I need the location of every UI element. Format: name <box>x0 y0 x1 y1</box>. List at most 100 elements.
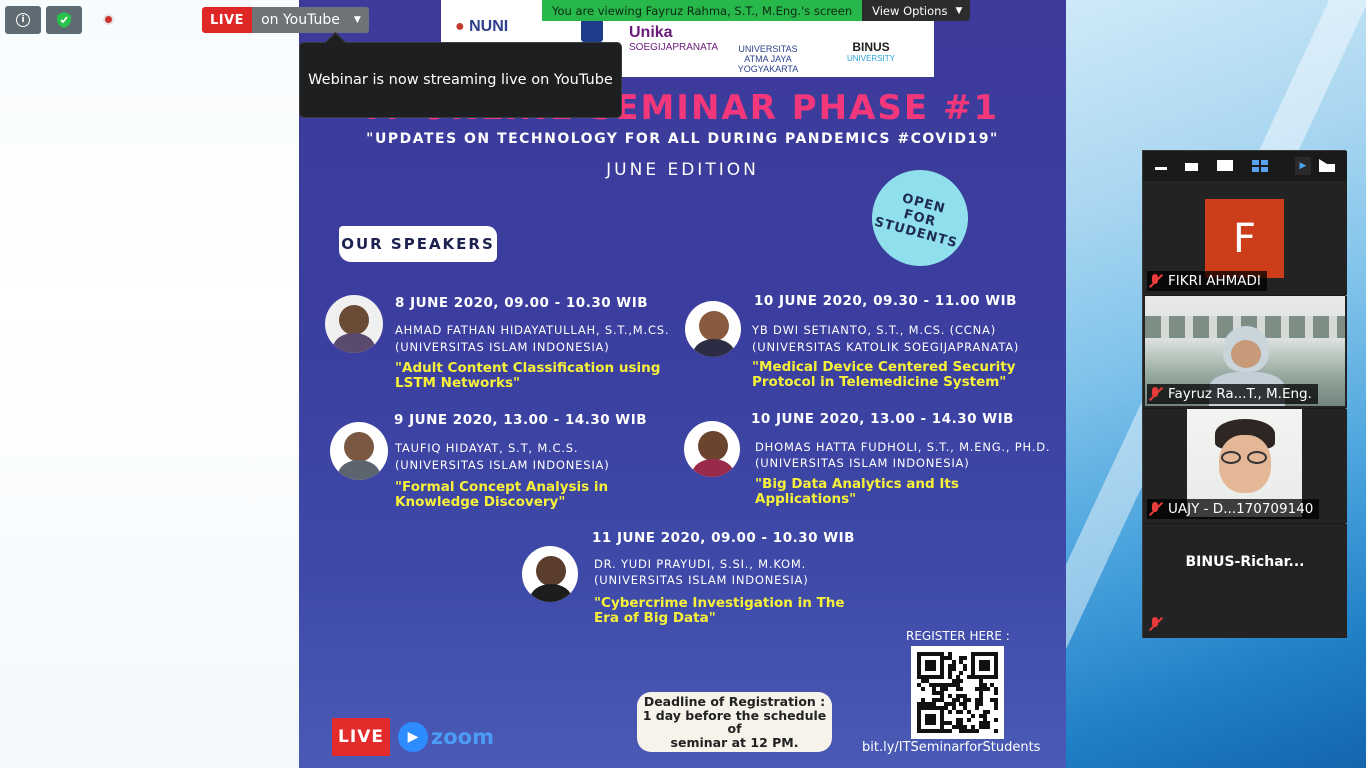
speaker-date: 9 JUNE 2020, 13.00 - 14.30 WIB <box>394 412 648 428</box>
registration-link: bit.ly/ITSeminarforStudents <box>862 740 1041 755</box>
qr-module <box>986 709 991 714</box>
qr-module <box>994 706 999 710</box>
zoom-camera-icon: ▶ <box>398 722 428 752</box>
unika-logo: Unika <box>629 24 673 42</box>
qr-module <box>947 709 952 714</box>
participant-gallery-panel: ▶ F FIKRI AHMADI Fayruz Ra...T., M.Eng. <box>1142 150 1347 638</box>
qr-module <box>959 671 964 676</box>
qr-module <box>994 729 999 734</box>
zoom-logo-text: zoom <box>431 725 494 749</box>
participant-name: Fayruz Ra...T., M.Eng. <box>1168 386 1312 402</box>
binus-logo-text: BINUS <box>852 40 890 54</box>
qr-module <box>920 686 925 691</box>
qr-module <box>944 686 948 691</box>
qr-module <box>974 729 979 734</box>
streaming-tooltip: Webinar is now streaming live on YouTube <box>299 42 622 118</box>
our-speakers-heading: OUR SPEAKERS <box>339 226 497 262</box>
gallery-view-icon[interactable] <box>1252 160 1268 172</box>
participant-name-label: UAJY - D...170709140 <box>1147 499 1320 519</box>
qr-module <box>994 690 999 695</box>
poster-subtitle: "UPDATES ON TECHNOLOGY FOR ALL DURING PA… <box>366 131 999 147</box>
caret-down-icon[interactable]: ▼ <box>354 15 361 25</box>
speaker-university: (UNIVERSITAS ISLAM INDONESIA) <box>395 340 610 354</box>
qr-module <box>932 667 937 672</box>
info-icon: i <box>16 13 30 27</box>
participant-name-label <box>1147 614 1169 634</box>
speaker-photo <box>684 421 740 477</box>
exit-fullscreen-icon[interactable] <box>1319 159 1335 172</box>
speaker-date: 10 JUNE 2020, 13.00 - 14.30 WIB <box>751 411 1014 427</box>
stream-target-label: on YouTube <box>261 12 340 28</box>
qr-module <box>994 675 999 680</box>
speaker-university: (UNIVERSITAS ISLAM INDONESIA) <box>594 573 809 587</box>
qr-module <box>986 686 991 691</box>
live-stream-control[interactable]: LIVE on YouTube ▼ <box>202 7 369 33</box>
mic-muted-icon <box>1147 386 1164 402</box>
deadline-line-1: Deadline of Registration : <box>643 694 826 709</box>
thumbnail-icon[interactable] <box>1185 163 1198 171</box>
viewing-screen-text: You are viewing Fayruz Rahma, S.T., M.En… <box>542 0 863 21</box>
speaker-view-icon[interactable] <box>1217 160 1233 171</box>
speaker-photo <box>522 546 578 602</box>
recording-indicator <box>103 14 114 25</box>
poster-edition: JUNE EDITION <box>606 160 759 180</box>
speaker-topic: "Medical Device Centered Security Protoc… <box>752 359 1016 390</box>
qr-module <box>986 667 991 672</box>
speaker-name: DHOMAS HATTA FUDHOLI, S.T., M.ENG., PH.D… <box>755 440 1051 454</box>
live-label: LIVE <box>202 7 253 33</box>
speaker-topic: "Formal Concept Analysis in Knowledge Di… <box>395 479 609 510</box>
poster-live-badge: LIVE <box>332 718 390 756</box>
speaker-topic: "Cybercrime Investigation in The Era of … <box>594 595 845 626</box>
stream-target[interactable]: on YouTube ▼ <box>252 7 369 33</box>
registration-qr-code <box>911 646 1004 739</box>
participant-name: UAJY - D...170709140 <box>1168 501 1314 517</box>
qr-module <box>978 702 983 707</box>
qr-module <box>967 698 972 703</box>
unika-logo-text: Unika <box>629 24 673 41</box>
speaker-name: DR. YUDI PRAYUDI, S.SI., M.KOM. <box>594 557 807 571</box>
speaker-topic: "Big Data Analytics and Its Applications… <box>755 476 959 507</box>
participant-tile[interactable]: UAJY - D...170709140 <box>1143 409 1347 523</box>
participant-name: FIKRI AHMADI <box>1168 273 1261 289</box>
mic-muted-icon <box>1147 616 1164 632</box>
atma-jaya-logo: UNIVERSITAS ATMA JAYA YOGYAKARTA <box>723 44 813 74</box>
nuni-logo-text: NUNI <box>469 18 509 35</box>
soegijapranata-text: SOEGIJAPRANATA <box>629 42 719 53</box>
screen-share-banner: You are viewing Fayruz Rahma, S.T., M.En… <box>542 0 971 21</box>
uii-logo <box>581 18 603 42</box>
soegijapranata-logo: SOEGIJAPRANATA <box>629 42 718 53</box>
speaker-date: 8 JUNE 2020, 09.00 - 10.30 WIB <box>395 295 649 311</box>
next-page-icon[interactable]: ▶ <box>1295 157 1311 175</box>
participant-tile[interactable]: BINUS-Richar... <box>1143 524 1347 638</box>
register-label: REGISTER HERE : <box>906 629 1010 643</box>
speaker-topic: "Adult Content Classification using LSTM… <box>395 360 661 391</box>
qr-module <box>932 721 937 726</box>
qr-module <box>967 717 972 722</box>
speaker-photo <box>685 301 741 357</box>
speaker-university: (UNIVERSITAS ISLAM INDONESIA) <box>755 456 970 470</box>
qr-module <box>963 655 968 660</box>
qr-module <box>963 667 968 672</box>
speaker-name: TAUFIQ HIDAYAT, S.T, M.C.S. <box>395 441 579 455</box>
chevron-down-icon: ▼ <box>955 5 963 16</box>
participant-tile[interactable]: F FIKRI AHMADI <box>1143 181 1347 295</box>
participant-tile[interactable]: Fayruz Ra...T., M.Eng. <box>1143 296 1347 408</box>
deadline-bubble: Deadline of Registration : 1 day before … <box>637 692 832 752</box>
qr-module <box>940 675 945 680</box>
qr-module <box>971 713 975 718</box>
speaker-name: AHMAD FATHAN HIDAYATULLAH, S.T.,M.CS. <box>395 323 670 337</box>
meeting-info-button[interactable]: i <box>5 6 41 34</box>
encryption-shield-button[interactable] <box>46 6 82 34</box>
qr-module <box>959 679 964 683</box>
speaker-university: (UNIVERSITAS KATOLIK SOEGIJAPRANATA) <box>752 340 1020 354</box>
view-options-button[interactable]: View Options ▼ <box>862 0 971 21</box>
binus-university-text: UNIVERSITY <box>846 54 895 63</box>
gallery-toolbar: ▶ <box>1143 151 1347 181</box>
minimize-icon[interactable] <box>1155 167 1167 170</box>
speaker-name: YB DWI SETIANTO, S.T., M.CS. (CCNA) <box>752 323 996 337</box>
qr-module <box>974 706 979 710</box>
speaker-university: (UNIVERSITAS ISLAM INDONESIA) <box>395 458 610 472</box>
qr-module <box>951 667 956 672</box>
zoom-logo: ▶ zoom <box>398 722 494 752</box>
qr-module <box>959 686 964 691</box>
